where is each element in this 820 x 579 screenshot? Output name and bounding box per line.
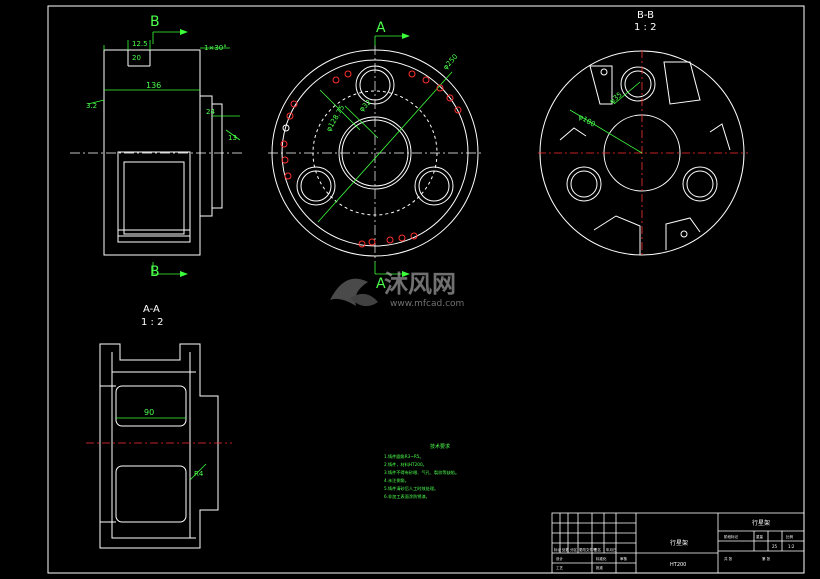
tech-note-line: 5.铸件清砂后人工时效处理。 [384,485,438,492]
title-cell: 共 张 [724,556,733,561]
side-view [70,40,245,256]
bb-view [538,50,748,258]
dim-side-136: 136 [146,81,161,90]
title-cell: 重量 [756,534,764,539]
section-label-b-top: B [150,14,160,30]
tech-note-line: 4.未注倒角。 [384,477,409,484]
dim-bb-dia: φ180 [577,113,597,129]
title-cell: 分区 [570,547,578,552]
dim-side-12: 12.5 [132,40,148,48]
aa-view [86,343,232,549]
title-cell: 标准化 [596,556,607,561]
dim-bb-hole: φ35 [608,91,624,106]
watermark-brand: 沐风网 [384,270,456,298]
front-view [268,45,482,262]
dim-front-dia: φ250 [442,53,460,72]
tech-notes-lines: 1.铸件圆角R3~R5。 2.铸件，材料HT200。 3.铸件不得有砂眼、气孔、… [384,453,459,500]
section-label-b-bottom: B [150,264,160,280]
dim-side-left: 3.2 [86,102,97,110]
title-cell: 年月日 [606,547,617,552]
watermark-url: www.mfcad.com [390,299,464,309]
title-cell: 第 张 [762,556,771,561]
dim-side-13: 13 [228,134,237,142]
cad-drawing: 136 20 12.5 1×30° 24 13 3.2 B B φ250 φ12… [47,5,805,574]
section-label-a-top: A [376,20,386,36]
dim-side-chamfer: 1×30° [204,44,227,52]
dim-aa-r: R4 [194,470,204,478]
dim-front-pcd: φ128.75 [325,104,346,133]
watermark-logo [330,278,378,307]
tech-note-line: 3.铸件不得有砂眼、气孔、裂纹等缺陷。 [384,469,459,476]
title-cell: 批准 [596,565,604,570]
tech-note-line: 2.铸件，材料HT200。 [384,461,427,468]
title-cell: 设计 [556,556,564,561]
title-cell: 25 [772,544,778,549]
title-block-drawing-no: 行星架 [670,539,688,547]
bb-title: B-B [637,10,654,21]
title-cell: 阶段标记 [724,534,738,539]
dim-side-20: 20 [132,54,141,62]
title-cell: 1:2 [788,544,795,549]
dim-front-small: φ32 [358,98,373,113]
title-block-part-name: 行星架 [752,519,770,527]
bb-scale: 1 : 2 [634,22,656,33]
title-cell: 标记 [554,547,562,552]
title-cell: 签名 [594,547,601,552]
title-cell: 工艺 [556,565,564,570]
title-cell: 比例 [786,534,794,539]
dim-aa-90: 90 [144,408,154,417]
title-cell: 处数 [562,547,570,552]
title-block-material: HT200 [670,562,686,568]
title-cell: 审核 [620,556,628,561]
aa-scale: 1 : 2 [141,317,163,328]
tech-note-line: 6.非加工表面涂防锈漆。 [384,493,430,500]
bolt-holes [280,70,462,248]
section-marker-b-top [152,29,188,44]
tech-notes-title: 技术要求 [430,443,450,450]
aa-title: A-A [143,304,160,315]
dim-side-24: 24 [206,108,215,116]
tech-note-line: 1.铸件圆角R3~R5。 [384,453,424,460]
